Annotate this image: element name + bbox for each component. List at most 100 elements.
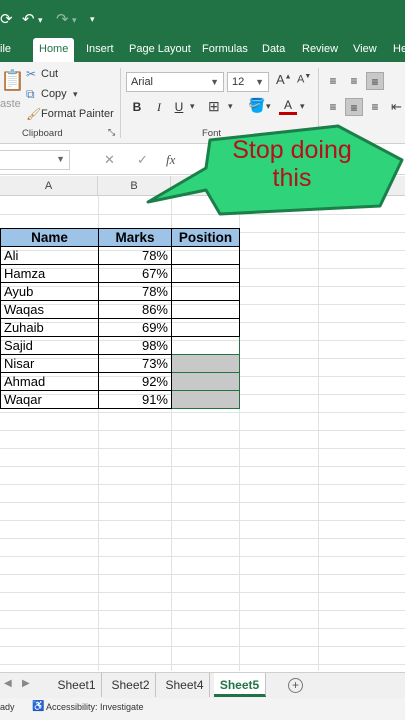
callout-line-2: this (272, 164, 312, 192)
cell-marks[interactable]: 73% (98, 354, 172, 373)
cut-button[interactable]: Cut (41, 68, 58, 80)
copy-icon[interactable]: ⧉ (26, 87, 35, 102)
cell-position[interactable] (171, 390, 240, 409)
title-bar: ⟳ ↶ ▾ ↷ ▾ ▾ (0, 0, 405, 38)
autosave-icon[interactable]: ⟳ (0, 10, 13, 28)
italic-button[interactable]: I (150, 98, 168, 116)
redo-dropdown-icon[interactable]: ▾ (72, 15, 77, 26)
cell-position[interactable] (171, 318, 240, 337)
align-middle-icon[interactable]: ≡ (345, 72, 363, 90)
align-right-icon[interactable]: ≡ (366, 98, 384, 116)
paste-icon[interactable]: 📋 (0, 68, 25, 93)
font-size-select[interactable]: 12 ▼ (227, 72, 269, 92)
borders-dropdown-icon[interactable]: ▾ (228, 101, 233, 112)
cell-position[interactable] (171, 372, 240, 391)
cut-icon[interactable]: ✂ (26, 67, 36, 81)
tab-data[interactable]: Data (262, 38, 285, 62)
align-top-icon[interactable]: ≡ (324, 72, 342, 90)
cell-name[interactable]: Waqar (0, 390, 99, 409)
copy-dropdown-icon[interactable]: ▾ (73, 89, 78, 100)
grid-row-line (0, 466, 405, 467)
cell-position[interactable] (171, 336, 240, 355)
cell-position[interactable] (171, 300, 240, 319)
fill-color-dropdown-icon[interactable]: ▾ (266, 101, 271, 112)
cell-marks[interactable]: 92% (98, 372, 172, 391)
cell-position[interactable] (171, 246, 240, 265)
fill-color-icon[interactable]: 🪣 (248, 97, 265, 114)
tab-view[interactable]: View (353, 38, 377, 62)
align-center-icon[interactable]: ≡ (345, 98, 363, 116)
cell-marks[interactable]: 98% (98, 336, 172, 355)
grid-row-line (0, 574, 405, 575)
cell-marks[interactable]: 78% (98, 246, 172, 265)
sheet-tab-2[interactable]: Sheet2 (106, 673, 156, 697)
bold-button[interactable]: B (128, 98, 146, 116)
borders-icon[interactable]: ⊞ (208, 98, 220, 115)
font-name-value: Arial (131, 76, 154, 88)
redo-icon[interactable]: ↷ (56, 10, 69, 28)
tab-file[interactable]: ile (0, 38, 11, 62)
font-name-select[interactable]: Arial ▼ (126, 72, 224, 92)
cell-name[interactable]: Nisar (0, 354, 99, 373)
cell-position[interactable] (171, 282, 240, 301)
cell-name[interactable]: Waqas (0, 300, 99, 319)
tab-page-layout[interactable]: Page Layout (129, 38, 191, 62)
header-marks[interactable]: Marks (98, 228, 172, 247)
cell-name[interactable]: Zuhaib (0, 318, 99, 337)
cell-name[interactable]: Hamza (0, 264, 99, 283)
cell-marks[interactable]: 69% (98, 318, 172, 337)
header-name[interactable]: Name (0, 228, 99, 247)
cell-marks[interactable]: 67% (98, 264, 172, 283)
cell-position[interactable] (171, 264, 240, 283)
cell-marks[interactable]: 91% (98, 390, 172, 409)
align-left-icon[interactable]: ≡ (324, 98, 342, 116)
table-header-row: Name Marks Position (0, 228, 240, 247)
add-sheet-icon[interactable]: + (288, 678, 303, 693)
undo-dropdown-icon[interactable]: ▾ (38, 15, 43, 26)
font-color-dropdown-icon[interactable]: ▾ (300, 101, 305, 112)
grow-font-icon[interactable]: A▲ (276, 72, 292, 87)
format-painter-icon[interactable]: 🖌 (26, 107, 41, 121)
table-row: Ali 78% (0, 246, 240, 265)
underline-dropdown-icon[interactable]: ▾ (190, 101, 195, 112)
cancel-entry-icon[interactable]: ✕ (104, 152, 115, 168)
copy-button[interactable]: Copy (41, 88, 67, 100)
sheet-tab-5[interactable]: Sheet5 (214, 673, 266, 697)
customize-icon[interactable]: ▾ (90, 14, 95, 25)
grid-row-line (0, 556, 405, 557)
tab-formulas[interactable]: Formulas (202, 38, 248, 62)
accessibility-status[interactable]: Accessibility: Investigate (46, 702, 144, 712)
tab-home[interactable]: Home (33, 38, 75, 62)
sheet-tab-1[interactable]: Sheet1 (52, 673, 102, 697)
tab-insert[interactable]: Insert (86, 38, 114, 62)
cell-name[interactable]: Ayub (0, 282, 99, 301)
table-row: Ahmad 92% (0, 372, 240, 391)
shrink-font-icon[interactable]: A▼ (297, 73, 311, 86)
format-painter-button[interactable]: Format Painter (41, 108, 114, 120)
clipboard-launcher-icon[interactable]: ⤡ (108, 127, 115, 138)
font-color-button[interactable]: A (279, 97, 297, 115)
align-bottom-icon[interactable]: ≡ (366, 72, 384, 90)
cell-name[interactable]: Ali (0, 246, 99, 265)
scroll-right-icon[interactable]: ▶ (22, 678, 30, 689)
table-row: Waqar 91% (0, 390, 240, 409)
paste-button[interactable]: aste (0, 98, 21, 110)
status-ready: ady (0, 702, 15, 712)
tab-review[interactable]: Review (302, 38, 338, 62)
column-header-a[interactable]: A (0, 176, 98, 196)
undo-icon[interactable]: ↶ (22, 10, 35, 28)
decrease-indent-icon[interactable]: ⇤ (391, 99, 402, 115)
tab-help[interactable]: He (393, 38, 405, 62)
cell-position[interactable] (171, 354, 240, 373)
cell-name[interactable]: Sajid (0, 336, 99, 355)
table-row: Sajid 98% (0, 336, 240, 355)
cell-marks[interactable]: 78% (98, 282, 172, 301)
sheet-tab-4[interactable]: Sheet4 (160, 673, 210, 697)
name-box[interactable]: ▼ (0, 150, 70, 170)
cell-marks[interactable]: 86% (98, 300, 172, 319)
cell-name[interactable]: Ahmad (0, 372, 99, 391)
header-position[interactable]: Position (171, 228, 240, 247)
scroll-left-icon[interactable]: ◀ (4, 678, 12, 689)
grid-row-line (0, 520, 405, 521)
underline-button[interactable]: U (170, 98, 188, 116)
